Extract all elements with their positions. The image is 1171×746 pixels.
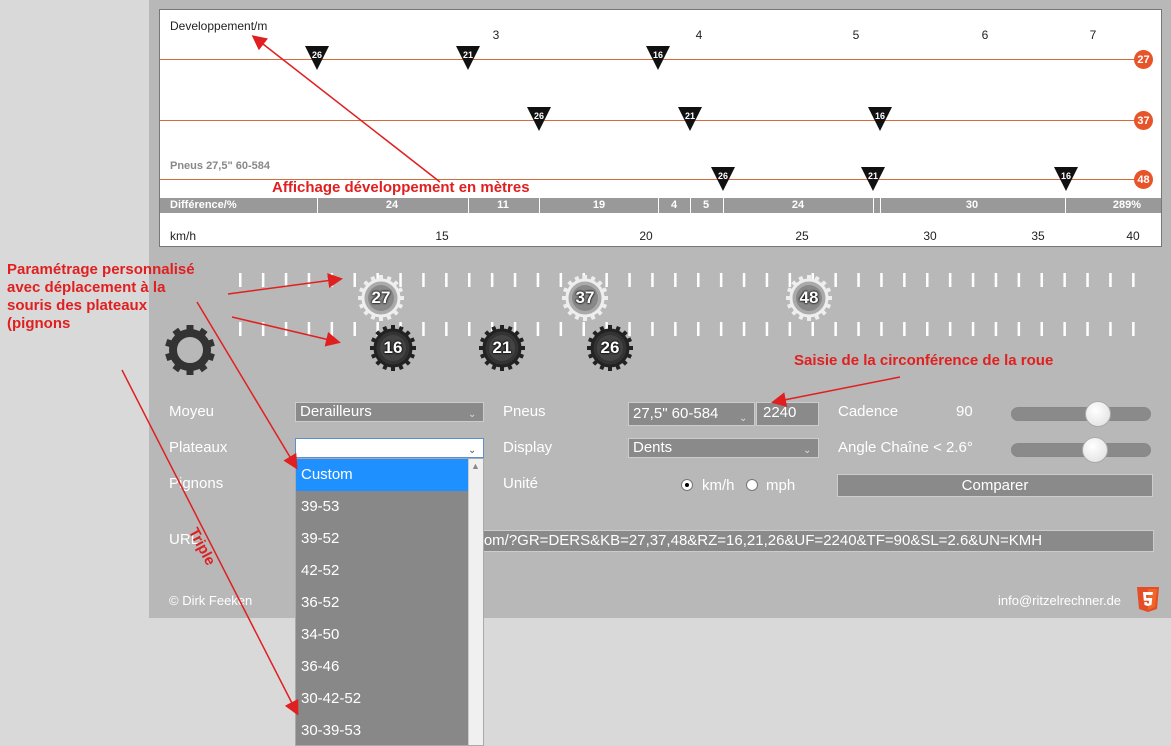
annotation-circumference: Saisie de la circonférence de la roue [794,352,1054,369]
annotation-arrows [121,35,901,716]
annotation-development: Affichage développement en mètres [272,179,530,196]
annotation-custom-setting: Paramétrage personnalisé avec déplacemen… [7,261,195,332]
